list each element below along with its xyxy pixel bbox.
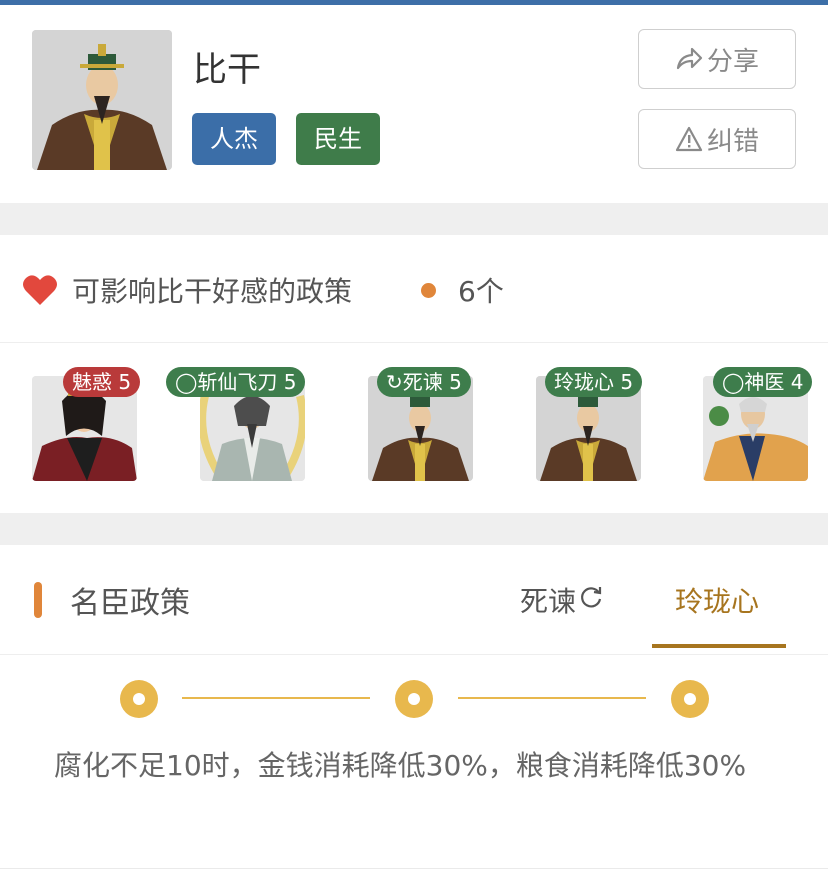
character-name: 比干 [193,50,261,90]
minister-policy-title: 名臣政策 [70,586,190,621]
tag-renjie[interactable]: 人杰 [192,113,276,165]
share-icon [675,46,703,72]
policy-badge: 玲珑心 5 [545,367,643,397]
policy-description: 腐化不足10时，金钱消耗降低30%，粮食消耗降低30% [54,749,747,782]
tag-minsheng[interactable]: 民生 [296,113,380,165]
section-accent-bar [34,582,42,618]
share-label: 分享 [706,46,759,77]
report-button[interactable]: 纠错 [638,109,796,169]
warning-icon [675,126,703,152]
refresh-icon [578,584,604,617]
level-node-1[interactable] [120,680,158,718]
policy-badge: 魅惑 5 [63,367,141,397]
level-connector [182,697,370,699]
level-node-3[interactable] [671,680,709,718]
separator-dot [421,283,436,298]
policy-badge: ◯斩仙飞刀 5 [166,367,306,397]
favor-count: 6个 [458,275,504,308]
active-tab-indicator [652,644,786,648]
tab-label: 死谏 [520,585,577,618]
favor-title: 可影响比干好感的政策 [72,275,353,308]
policy-badge: ↻死谏 5 [377,367,471,397]
bottom-divider [0,868,828,869]
tab-sijian[interactable]: 死谏 [520,580,604,620]
section-divider [0,203,828,235]
report-label: 纠错 [706,126,759,157]
heart-icon [22,274,58,310]
character-portrait [32,30,172,170]
level-connector [458,697,646,699]
section-divider [0,513,828,545]
tab-linglongxin[interactable]: 玲珑心 [675,580,759,620]
policy-badge: ◯神医 4 [713,367,813,397]
share-button[interactable]: 分享 [638,29,796,89]
level-node-2[interactable] [395,680,433,718]
